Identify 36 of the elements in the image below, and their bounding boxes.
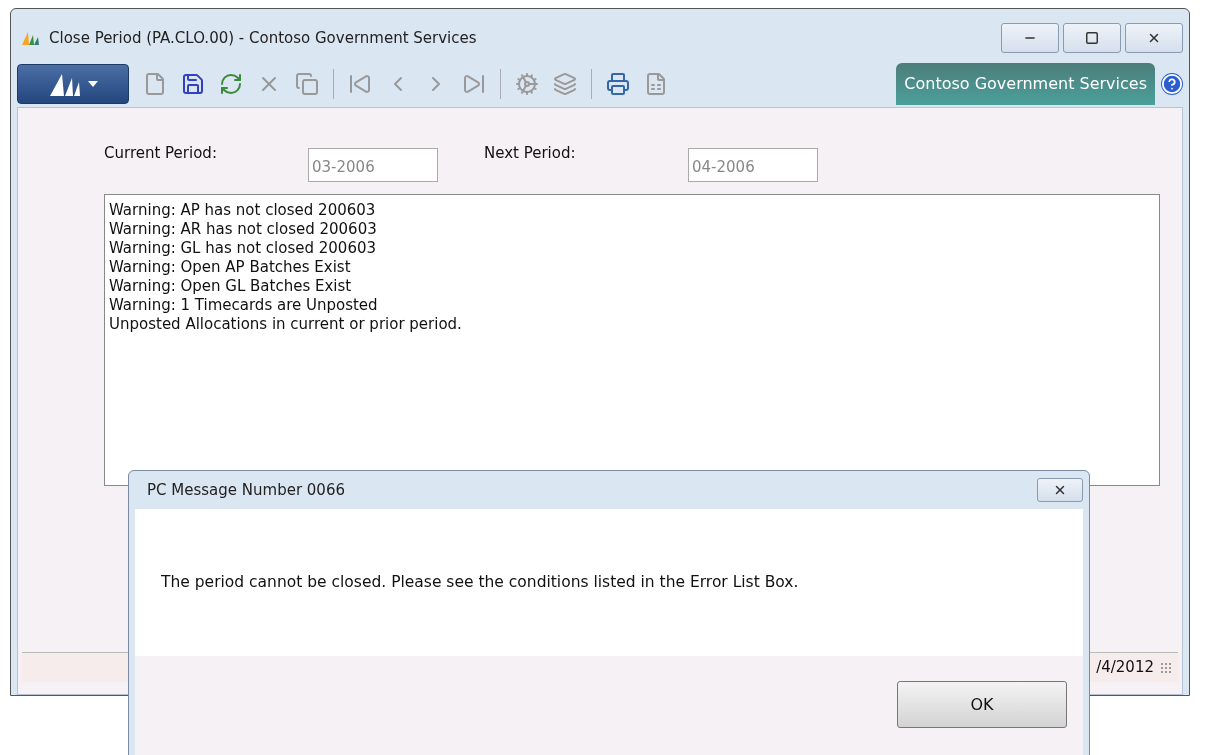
error-list-item[interactable]: Warning: 1 Timecards are Unposted [109,296,1155,315]
error-list-item[interactable]: Warning: Open GL Batches Exist [109,277,1155,296]
ok-button[interactable]: OK [897,681,1067,728]
close-button[interactable] [1037,478,1083,502]
status-date: /4/2012 [1096,657,1154,679]
dialog-title: PC Message Number 0066 [147,479,345,501]
new-page-icon[interactable] [143,72,167,96]
close-icon [1147,31,1161,45]
field-label: Current Period: [104,143,218,164]
logo-icon [21,30,41,46]
last-record-icon[interactable] [462,72,486,96]
caret-icon [88,81,98,87]
stack-icon[interactable] [553,72,577,96]
error-list-item[interactable]: Warning: GL has not closed 200603 [109,239,1155,258]
period-field[interactable]: 04-2006 [688,148,818,182]
maximize-icon [1085,31,1099,45]
close-button[interactable] [1125,23,1183,53]
help-icon[interactable] [1161,73,1183,95]
refresh-icon[interactable] [219,72,243,96]
error-list-item[interactable]: Warning: AP has not closed 200603 [109,201,1155,220]
maximize-button[interactable] [1063,23,1121,53]
save-icon[interactable] [181,72,205,96]
window-title: Close Period (PA.CLO.00) - Contoso Government Services [49,27,477,49]
period-field[interactable]: 03-2006 [308,148,438,182]
copy-icon[interactable] [295,72,319,96]
first-record-icon[interactable] [348,72,372,96]
print-icon[interactable] [606,72,630,96]
error-list-item[interactable]: Warning: Open AP Batches Exist [109,258,1155,277]
app-menu-button[interactable] [17,64,129,104]
company-label[interactable]: Contoso Government Services [896,63,1155,105]
error-list-item[interactable]: Warning: AR has not closed 200603 [109,220,1155,239]
field-label: Next Period: [484,143,577,164]
error-list-item[interactable]: Unposted Allocations in current or prior period. [109,315,1155,334]
dialog-message: The period cannot be closed. Please see the conditions listed in the Error List Box. [161,571,799,593]
close-icon [1053,483,1067,497]
spreadsheet-icon[interactable] [644,72,668,96]
